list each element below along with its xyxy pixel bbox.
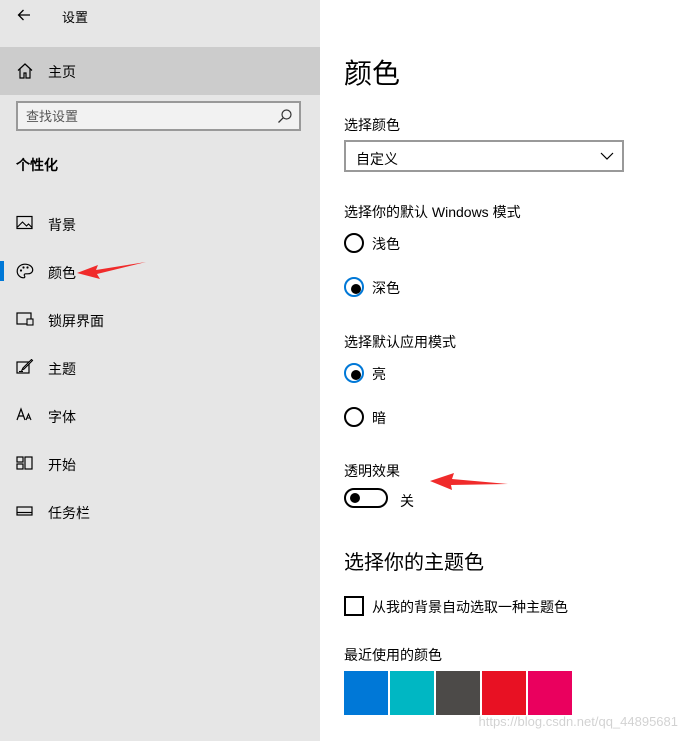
radio-circle bbox=[344, 407, 364, 427]
search-input[interactable] bbox=[26, 106, 266, 126]
radio-dot bbox=[351, 284, 361, 294]
window-title: 设置 bbox=[62, 10, 89, 25]
sidebar-item-label: 锁屏界面 bbox=[48, 313, 104, 329]
radio-circle bbox=[344, 233, 364, 253]
image-icon bbox=[16, 215, 33, 230]
radio-circle bbox=[344, 277, 364, 297]
page-title: 颜色 bbox=[344, 58, 401, 89]
theme-brush-icon bbox=[16, 359, 34, 374]
sidebar-item-background[interactable]: 背景 bbox=[0, 203, 320, 243]
toggle-knob bbox=[350, 493, 360, 503]
start-menu-icon bbox=[16, 456, 33, 470]
recent-colors bbox=[344, 671, 574, 715]
sidebar-item-taskbar[interactable]: 任务栏 bbox=[0, 491, 320, 531]
color-swatch[interactable] bbox=[528, 671, 572, 715]
taskbar-icon bbox=[16, 506, 33, 516]
sidebar-item-fonts[interactable]: 字体 bbox=[0, 395, 320, 435]
radio-windows-dark[interactable]: 深色 bbox=[344, 276, 544, 300]
radio-label: 亮 bbox=[372, 366, 386, 382]
sidebar-item-label: 任务栏 bbox=[48, 505, 90, 521]
palette-icon bbox=[16, 263, 34, 279]
watermark: https://blog.csdn.net/qq_44895681 bbox=[478, 714, 679, 729]
auto-accent-checkbox[interactable] bbox=[344, 596, 364, 616]
radio-circle bbox=[344, 363, 364, 383]
color-swatch[interactable] bbox=[436, 671, 480, 715]
chevron-down-icon bbox=[600, 152, 614, 160]
font-icon bbox=[16, 407, 32, 421]
sidebar: 设置 主页 个性化 背景 bbox=[0, 0, 320, 741]
accent-section-title: 选择你的主题色 bbox=[344, 552, 484, 574]
home-icon bbox=[17, 63, 33, 79]
sidebar-section-title: 个性化 bbox=[16, 157, 58, 173]
app-mode-label: 选择默认应用模式 bbox=[344, 334, 456, 350]
title-bar: 设置 bbox=[0, 0, 320, 32]
back-arrow-icon bbox=[17, 9, 30, 21]
sidebar-item-label: 字体 bbox=[48, 409, 76, 425]
radio-label: 浅色 bbox=[372, 236, 400, 252]
sidebar-item-label: 颜色 bbox=[48, 265, 76, 281]
transparency-label: 透明效果 bbox=[344, 463, 400, 479]
auto-accent-label: 从我的背景自动选取一种主题色 bbox=[372, 599, 568, 615]
sidebar-item-start[interactable]: 开始 bbox=[0, 443, 320, 483]
color-swatch[interactable] bbox=[390, 671, 434, 715]
sidebar-item-colors[interactable]: 颜色 bbox=[0, 251, 320, 291]
sidebar-item-label: 开始 bbox=[48, 457, 76, 473]
color-swatch[interactable] bbox=[344, 671, 388, 715]
dropdown-value: 自定义 bbox=[356, 151, 398, 167]
lock-screen-icon bbox=[16, 312, 34, 326]
content-pane: 颜色 选择颜色 自定义 选择你的默认 Windows 模式 浅色 深色 选择默认… bbox=[320, 0, 686, 741]
sidebar-item-label: 主题 bbox=[48, 361, 76, 377]
sidebar-item-themes[interactable]: 主题 bbox=[0, 347, 320, 387]
sidebar-item-home[interactable]: 主页 bbox=[0, 47, 320, 95]
choose-color-dropdown[interactable]: 自定义 bbox=[344, 140, 624, 172]
radio-label: 深色 bbox=[372, 280, 400, 296]
search-box bbox=[16, 101, 301, 131]
radio-dot bbox=[351, 370, 361, 380]
sidebar-item-lock-screen[interactable]: 锁屏界面 bbox=[0, 299, 320, 339]
sidebar-item-label: 背景 bbox=[48, 217, 76, 233]
annotation-arrow bbox=[77, 262, 146, 279]
color-swatch[interactable] bbox=[482, 671, 526, 715]
radio-windows-light[interactable]: 浅色 bbox=[344, 232, 544, 256]
transparency-state: 关 bbox=[400, 493, 414, 509]
annotation-arrow bbox=[430, 473, 508, 490]
transparency-toggle[interactable] bbox=[344, 488, 388, 508]
radio-app-light[interactable]: 亮 bbox=[344, 362, 544, 386]
recent-colors-label: 最近使用的颜色 bbox=[344, 647, 442, 663]
radio-app-dark[interactable]: 暗 bbox=[344, 406, 544, 430]
windows-mode-label: 选择你的默认 Windows 模式 bbox=[344, 204, 521, 220]
settings-window: 设置 主页 个性化 背景 bbox=[0, 0, 686, 741]
back-button[interactable] bbox=[10, 2, 38, 28]
sidebar-item-label: 主页 bbox=[48, 64, 76, 80]
selection-indicator bbox=[0, 261, 4, 281]
search-icon[interactable] bbox=[277, 108, 293, 124]
radio-label: 暗 bbox=[372, 410, 386, 426]
choose-color-label: 选择颜色 bbox=[344, 117, 400, 133]
